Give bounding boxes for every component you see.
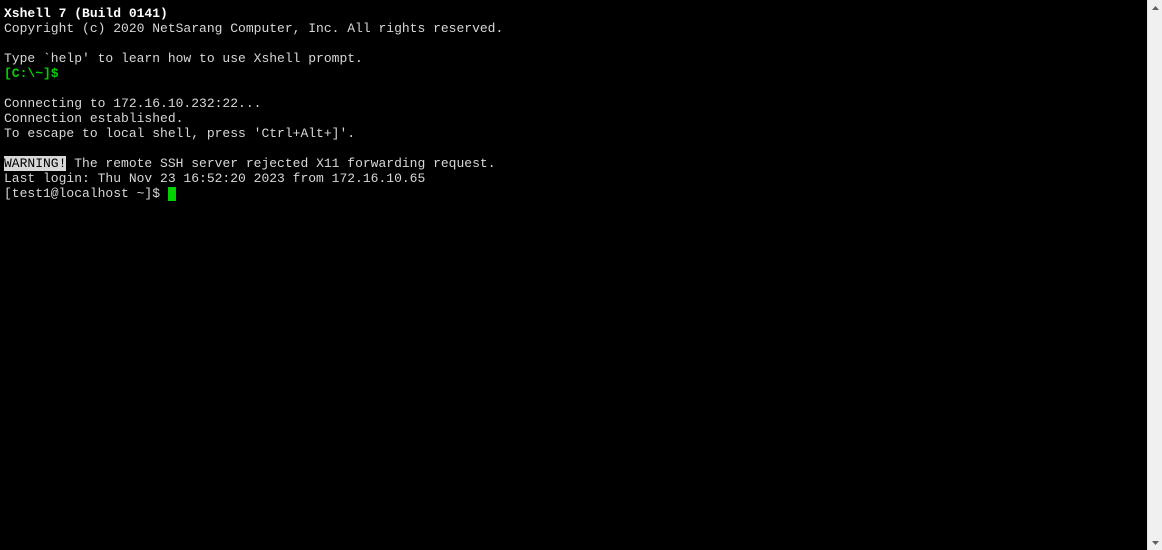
connecting-text: Connecting to 172.16.10.232:22...: [4, 96, 1143, 111]
connection-established-text: Connection established.: [4, 111, 1143, 126]
terminal-output[interactable]: Xshell 7 (Build 0141) Copyright (c) 2020…: [0, 0, 1147, 550]
last-login-text: Last login: Thu Nov 23 16:52:20 2023 fro…: [4, 171, 1143, 186]
help-hint: Type `help' to learn how to use Xshell p…: [4, 51, 1143, 66]
scrollbar-down-arrow-icon[interactable]: [1148, 535, 1162, 550]
cursor-block: [168, 187, 176, 201]
vertical-scrollbar[interactable]: [1147, 0, 1162, 550]
app-title: Xshell 7 (Build 0141): [4, 6, 168, 21]
local-prompt: [C:\~]$: [4, 66, 66, 81]
remote-prompt: [test1@localhost ~]$: [4, 186, 168, 201]
copyright-text: Copyright (c) 2020 NetSarang Computer, I…: [4, 21, 1143, 36]
warning-label: WARNING!: [4, 156, 66, 171]
escape-hint: To escape to local shell, press 'Ctrl+Al…: [4, 126, 1143, 141]
warning-text: The remote SSH server rejected X11 forwa…: [66, 156, 495, 171]
scrollbar-up-arrow-icon[interactable]: [1148, 0, 1162, 15]
